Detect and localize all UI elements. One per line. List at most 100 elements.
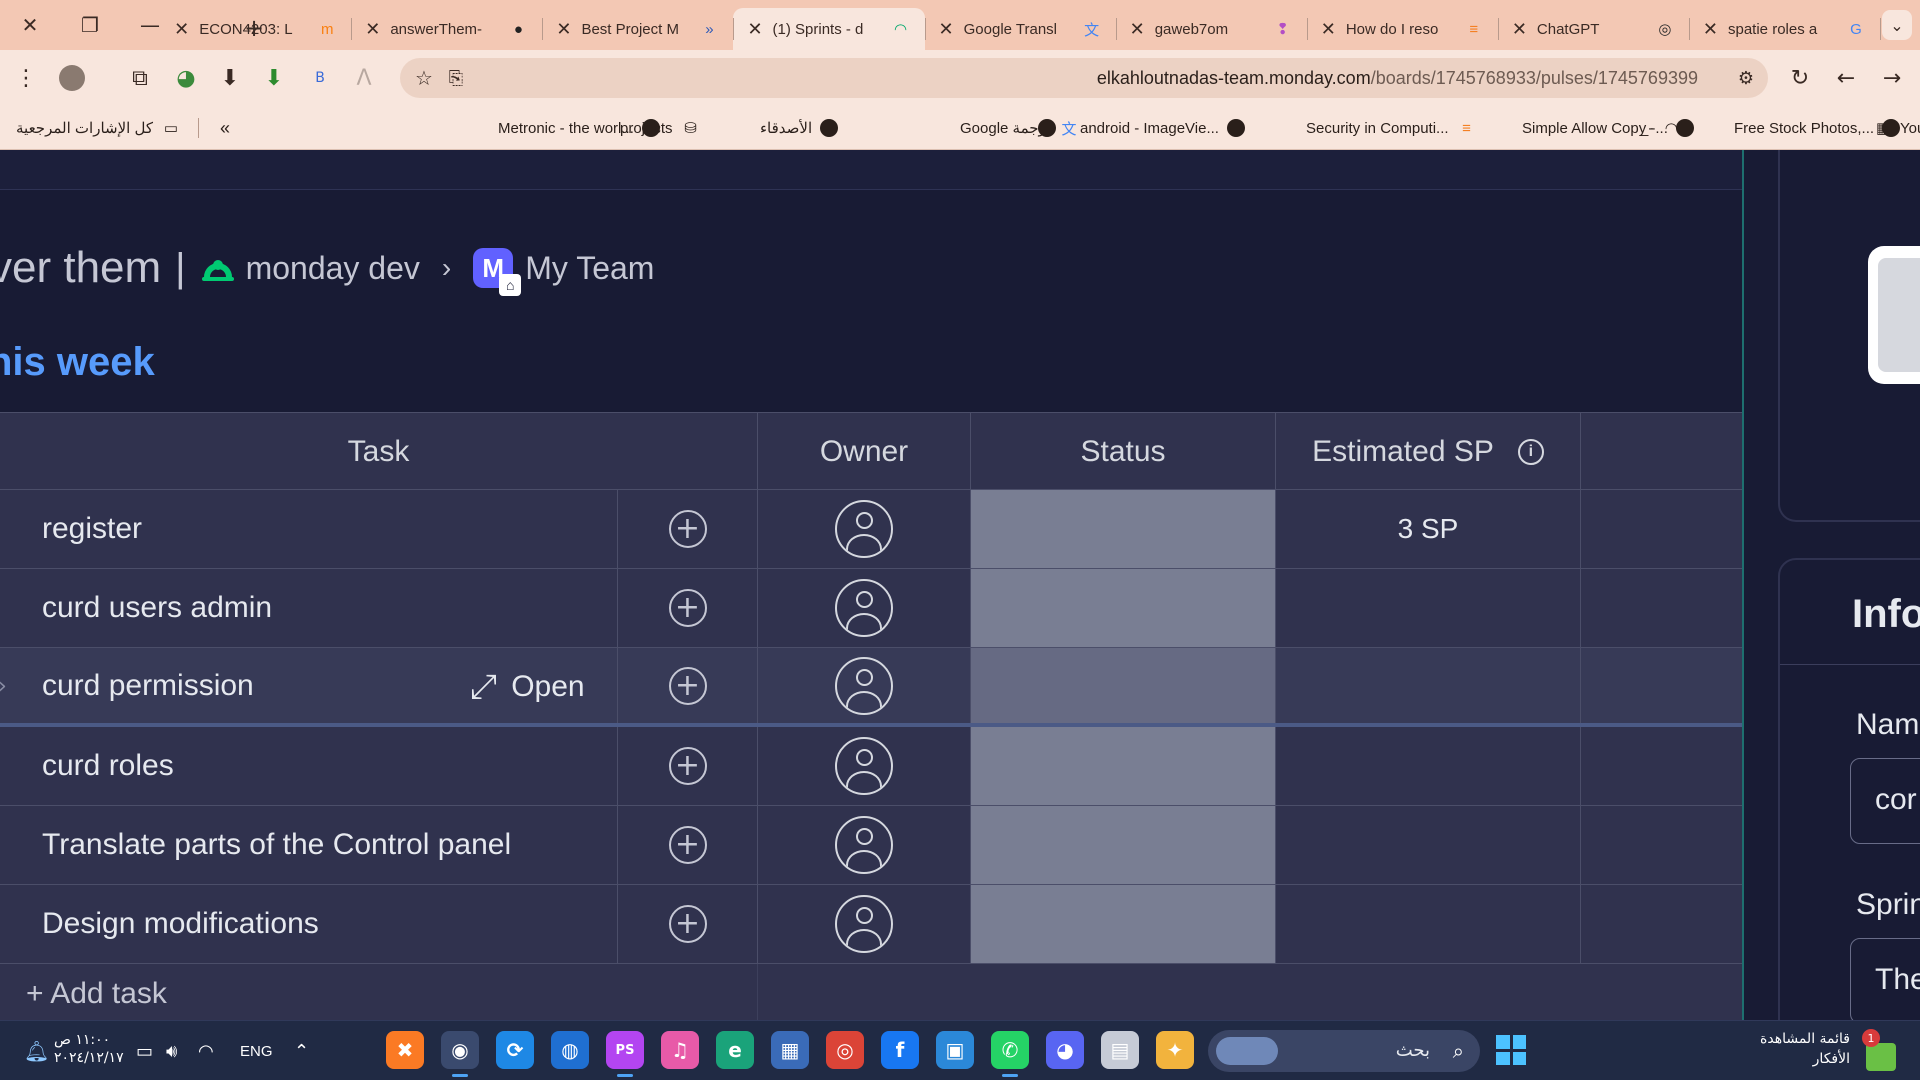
table-row[interactable]: register +3 SP [0,490,1742,569]
reload-icon[interactable]: ↻ [1784,62,1816,94]
xampp-icon[interactable]: ✖ [386,1031,424,1069]
add-task-cell[interactable]: + Add task [0,964,758,1020]
bookmark-star-icon[interactable]: ☆ [408,62,440,94]
add-task-button[interactable]: + Add task [0,977,167,1011]
calculator-icon[interactable]: ▦ [771,1031,809,1069]
battery-icon[interactable]: ▭ [136,1021,153,1080]
tab-search-icon[interactable]: ⌄ [1882,10,1912,40]
person-avatar-icon[interactable] [835,500,893,558]
extension-a-icon[interactable]: Λ [348,62,380,94]
person-avatar-icon[interactable] [835,656,893,715]
add-update-cell[interactable]: + [618,806,758,884]
column-header-owner[interactable]: Owner [758,413,971,491]
team-name[interactable]: My Team [525,250,654,287]
task-name[interactable]: Translate parts of the Control panel [0,828,511,862]
itunes-icon[interactable]: ♫ [661,1031,699,1069]
task-name[interactable]: Design modifications [0,907,319,941]
status-label[interactable] [971,490,1275,568]
owner-cell[interactable] [758,648,971,723]
menu-icon[interactable]: ⋮ [10,62,42,94]
status-label[interactable] [971,648,1275,723]
back-icon[interactable]: ← [1830,62,1862,94]
chrome-profile-icon[interactable]: ◉ [441,1031,479,1077]
show-hidden-icons-chevron-up-icon[interactable]: ⌃ [294,1021,309,1080]
task-name[interactable]: register [0,512,142,546]
clock[interactable]: ١١:٠٠ ص ٢٠٢٤/١٢/١٧ [54,1031,124,1067]
extension-b-icon[interactable]: B [304,62,336,94]
browser-tab[interactable]: ✕ Best Project M » [542,8,735,50]
address-bar[interactable]: ☆ ⎘ elkahloutnadas-team.monday.com/board… [400,58,1768,98]
forward-icon[interactable]: → [1876,62,1908,94]
windows-start-icon[interactable] [1496,1035,1526,1065]
group-title[interactable]: his week [0,340,155,385]
phpstorm-icon[interactable]: PS [606,1031,644,1077]
taskbar-search[interactable]: بحث ⌕ [1208,1030,1480,1072]
status-label[interactable] [971,727,1275,805]
apps-grid-icon[interactable]: ▦ [1876,116,1890,140]
status-cell[interactable] [971,569,1276,647]
bookmark-item[interactable] [1030,116,1056,140]
table-row[interactable]: curd permission› ⤢ Open + [0,648,1742,727]
task-name[interactable]: curd permission [0,669,254,703]
add-update-cell[interactable]: + [618,885,758,963]
store-icon[interactable]: ▣ [936,1031,974,1069]
close-tab-icon[interactable]: ✕ [939,19,954,40]
close-tab-icon[interactable]: ✕ [365,19,380,40]
status-cell[interactable] [971,490,1276,568]
add-update-plus-icon[interactable]: + [668,905,707,943]
column-header-estimated-sp[interactable]: Estimated SP i [1276,413,1581,491]
bookmark-item[interactable]: android - ImageVie... [1080,116,1245,140]
add-update-cell[interactable]: + [618,727,758,805]
bookmark-item[interactable]: projects ⛁ [620,116,701,140]
download-icon[interactable]: ⬇ [214,62,246,94]
open-item-button[interactable]: ⤢ Open [470,666,585,708]
close-tab-icon[interactable]: ✕ [174,19,189,40]
status-cell[interactable] [971,727,1276,805]
add-update-plus-icon[interactable]: + [668,666,707,705]
close-tab-icon[interactable]: ✕ [1703,19,1718,40]
volume-icon[interactable]: 🔊︎ [166,1021,177,1080]
status-label[interactable] [971,806,1275,884]
task-cell[interactable]: Design modifications [0,885,618,963]
add-update-plus-icon[interactable]: + [668,747,707,785]
add-update-plus-icon[interactable]: + [668,510,707,548]
table-row[interactable]: Translate parts of the Control panel + [0,806,1742,885]
bookmark-item[interactable]: Google ترجمة 文 [960,116,1079,140]
board-name[interactable]: ver them [0,243,161,293]
person-avatar-icon[interactable] [835,579,893,637]
close-tab-icon[interactable]: ✕ [556,19,571,40]
side-sprint-field[interactable]: The [1850,938,1920,1020]
chrome-icon[interactable]: ◎ [826,1031,864,1069]
add-task-row[interactable]: + Add task [0,964,1742,1020]
bookmark-item[interactable]: Security in Computi... ≡ [1306,116,1477,140]
estimated-sp-cell[interactable] [1276,569,1581,647]
table-row[interactable]: curd users admin + [0,569,1742,648]
estimated-sp-cell[interactable] [1276,727,1581,805]
extensions-icon[interactable]: ⧉ [124,62,156,94]
owner-cell[interactable] [758,727,971,805]
team-avatar[interactable]: M ⌂ [473,248,522,296]
edge-icon[interactable]: e [716,1031,754,1069]
url-text[interactable]: elkahloutnadas-team.monday.com/boards/17… [1097,68,1698,89]
status-label[interactable] [971,569,1275,647]
browser-tab[interactable]: ✕ answerThem- ● [351,8,544,50]
close-tab-icon[interactable]: ✕ [1130,19,1145,40]
side-name-field[interactable]: cor [1850,758,1920,844]
owner-cell[interactable] [758,885,971,963]
column-header-status[interactable]: Status [971,413,1276,491]
close-tab-icon[interactable]: ✕ [1321,19,1336,40]
extension-globe-icon[interactable]: ◕ [170,62,202,94]
browser-tab[interactable]: ✕ spatie roles a G [1689,8,1881,50]
estimated-sp-cell[interactable] [1276,806,1581,884]
restore-window-icon[interactable]: ❐ [60,0,120,50]
browser-tab[interactable]: ✕ (1) Sprints - d ◠ [733,8,926,50]
bookmark-item[interactable]: الأصدقاء [760,116,839,140]
add-update-cell[interactable]: + [618,569,758,647]
close-tab-icon[interactable]: ✕ [747,19,762,40]
files-icon[interactable]: ▤ [1101,1031,1139,1069]
task-cell[interactable]: curd users admin [0,569,618,647]
table-row[interactable]: curd roles + [0,727,1742,806]
sync-icon[interactable]: ⟳ [496,1031,534,1069]
task-cell[interactable]: register [0,490,618,568]
estimated-sp-cell[interactable] [1276,885,1581,963]
